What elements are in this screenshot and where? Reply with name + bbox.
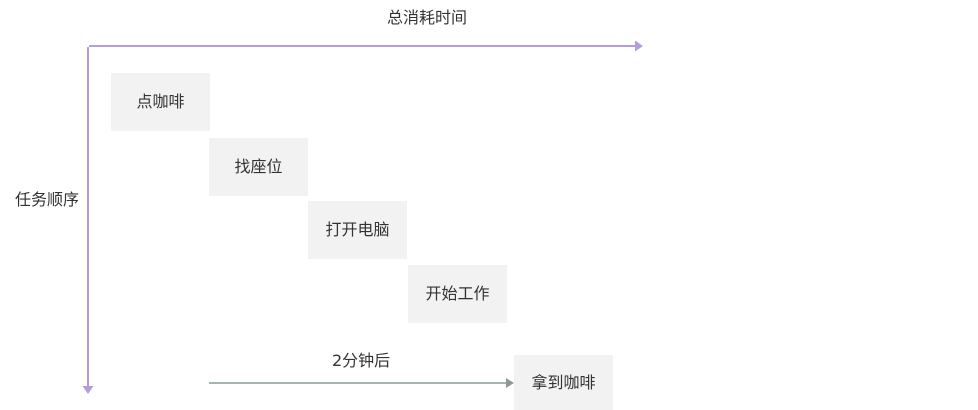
delay-arrowhead [506, 378, 514, 388]
task-start-work: 开始工作 [408, 265, 507, 323]
arrows-layer [82, 40, 643, 394]
task-find-seat: 找座位 [209, 138, 308, 196]
order-axis-arrowhead [82, 386, 94, 394]
time-axis-arrowhead [635, 40, 643, 52]
diagram-canvas: 总消耗时间 任务顺序 2分钟后 点咖啡 找座位 打开电脑 开始工作 拿到咖啡 [0, 0, 978, 410]
task-order-coffee: 点咖啡 [111, 73, 210, 131]
total-time-label: 总消耗时间 [387, 8, 468, 27]
delay-label: 2分钟后 [332, 351, 391, 370]
task-get-coffee: 拿到咖啡 [514, 355, 613, 410]
task-order-label: 任务顺序 [15, 190, 80, 209]
task-open-computer: 打开电脑 [308, 201, 407, 259]
